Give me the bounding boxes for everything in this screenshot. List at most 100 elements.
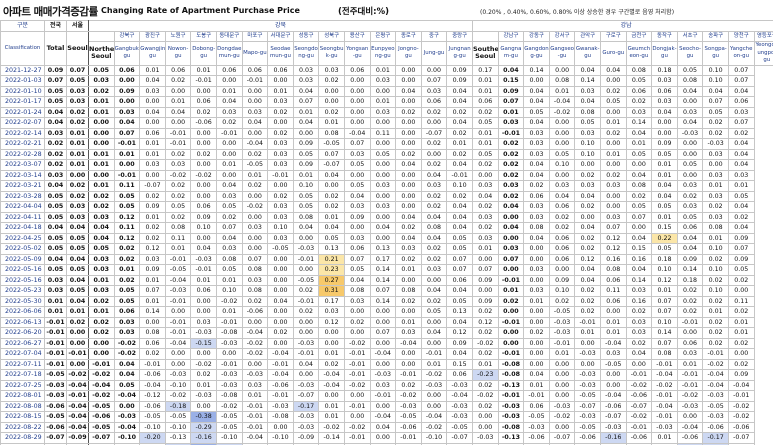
table-cell: -0.01 [215, 358, 243, 370]
table-cell: 0.01 [190, 64, 217, 76]
table-cell: 0.03 [66, 96, 89, 108]
table-cell: 0.02 [88, 85, 115, 97]
table-cell: 0.05 [66, 264, 89, 276]
table-cell: 0.04 [651, 180, 678, 192]
table-cell: -0.01 [702, 348, 729, 360]
table-cell: -0.01 [139, 358, 166, 370]
table-row: 2022-06-06 0.01 0.01 0.01 0.06 0.14 0.00 0.00 0.… [0, 306, 773, 318]
table-cell: 0.05 [548, 148, 576, 160]
column-header-ko: 영등포구 [753, 31, 773, 42]
table-cell: 0.04 [190, 243, 217, 255]
table-cell: 0.00 [420, 316, 448, 328]
table-cell: 0.04 [164, 106, 192, 118]
table-cell: 0.02 [472, 222, 499, 234]
table-cell: 0.03 [523, 148, 550, 160]
table-cell: -0.04 [727, 379, 755, 391]
table-cell: 0.01 [164, 243, 192, 255]
column-header-en: Gangseo -gu [548, 41, 576, 66]
table-cell: 0.16 [599, 253, 627, 265]
table-cell: 0.00 [215, 348, 243, 360]
table-cell: 0.03 [369, 180, 397, 192]
table-cell: 0.02 [66, 117, 89, 129]
table-cell: 0.03 [625, 316, 653, 328]
table-cell: 0.00 [497, 306, 525, 318]
row-date: 2022-01-10 [0, 85, 45, 97]
row-date: 2022-07-11 [0, 358, 45, 370]
table-cell: 0.02 [190, 369, 217, 381]
table-cell: 0.00 [66, 337, 89, 349]
table-cell: 0.00 [497, 232, 525, 244]
table-cell: 0.01 [139, 64, 166, 76]
table-cell: -0.03 [472, 432, 499, 444]
table-cell: 0.02 [727, 306, 755, 318]
table-cell: 0.00 [66, 358, 89, 370]
table-cell: -0.02 [548, 411, 576, 423]
table-cell: 0.02 [574, 243, 601, 255]
table-cell: 0.01 [446, 138, 473, 150]
table-cell: 0.02 [215, 211, 243, 223]
table-cell: 0.09 [139, 201, 166, 213]
table-cell: 0.04 [472, 190, 499, 202]
table-cell: 0.00 [164, 348, 192, 360]
table-cell: 0.00 [369, 306, 397, 318]
table-cell: 0.07 [215, 222, 243, 234]
table-cell: 0.08 [625, 64, 653, 76]
table-cell: -0.03 [574, 411, 601, 423]
table-cell: 0.04 [523, 85, 550, 97]
table-cell: 0.00 [369, 211, 397, 223]
table-cell: 0.00 [190, 159, 217, 171]
table-cell: -0.08 [215, 390, 243, 402]
table-cell: 0.05 [113, 295, 141, 307]
table-cell: 0.00 [139, 96, 166, 108]
table-cell: 0.12 [599, 232, 627, 244]
table-cell: 0.00 [395, 117, 422, 129]
table-cell: 0.04 [292, 222, 320, 234]
table-cell: 0.01 [523, 295, 550, 307]
table-cell: -0.02 [420, 369, 448, 381]
table-cell: 0.00 [548, 64, 576, 76]
table-cell: 0.02 [497, 138, 525, 150]
table-cell: 0.05 [44, 96, 67, 108]
table-cell: 0.04 [420, 232, 448, 244]
table-cell: 0.03 [88, 211, 115, 223]
table-cell: 0.02 [343, 316, 371, 328]
table-cell: 0.02 [420, 106, 448, 118]
table-cell: 0.07 [651, 337, 678, 349]
table-cell: -0.04 [395, 337, 422, 349]
table-cell: -0.17 [702, 432, 729, 444]
table-cell: 0.01 [241, 390, 269, 402]
table-cell: 0.09 [548, 274, 576, 286]
table-cell: 0.00 [190, 348, 217, 360]
table-cell: 0.00 [420, 390, 448, 402]
table-cell: 0.06 [446, 369, 473, 381]
table-cell: -0.04 [599, 390, 627, 402]
table-cell: 0.08 [702, 222, 729, 234]
table-cell: 0.00 [395, 306, 422, 318]
table-cell: 0.05 [88, 64, 115, 76]
table-cell: -0.03 [548, 327, 576, 339]
table-cell: -0.03 [702, 411, 729, 423]
total-ko: 전국 [44, 20, 67, 32]
table-cell: 0.02 [420, 295, 448, 307]
table-cell: 0.08 [599, 264, 627, 276]
table-cell: 0.10 [574, 148, 601, 160]
table-cell: 0.00 [190, 190, 217, 202]
column-header-en: Yangche on-gu [727, 41, 755, 66]
table-cell: -0.04 [318, 379, 345, 391]
table-cell: -0.01 [676, 379, 704, 391]
table-cell: 0.14 [625, 274, 653, 286]
table-cell: 0.04 [727, 159, 755, 171]
table-cell: -0.04 [702, 379, 729, 391]
table-cell: 0.00 [676, 411, 704, 423]
table-cell: 0.03 [497, 117, 525, 129]
table-cell: -0.23 [472, 369, 499, 381]
table-cell: 0.00 [241, 190, 269, 202]
table-cell: 0.01 [727, 316, 755, 328]
table-cell: 0.00 [343, 96, 371, 108]
table-cell: 0.01 [548, 85, 576, 97]
table-cell: 0.07 [599, 222, 627, 234]
table-cell: 0.07 [292, 96, 320, 108]
column-header-en: Seocho- gu [676, 41, 704, 66]
table-cell: 0.01 [88, 306, 115, 318]
table-cell: 0.09 [727, 369, 755, 381]
